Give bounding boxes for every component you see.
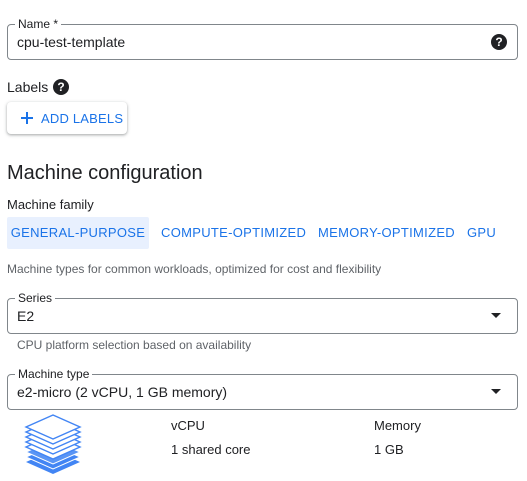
labels-help-circle-icon[interactable]: ? <box>53 79 69 95</box>
labels-title-text: Labels <box>7 79 49 95</box>
machine-family-title: Machine family <box>7 197 94 212</box>
memory-header: Memory <box>374 418 421 433</box>
series-hint: CPU platform selection based on availabi… <box>17 338 252 352</box>
dropdown-arrow-icon <box>491 389 501 394</box>
tab-compute-optimized[interactable]: COMPUTE-OPTIMIZED <box>161 217 306 249</box>
add-labels-button-label: ADD LABELS <box>41 110 124 126</box>
tab-memory-optimized[interactable]: MEMORY-OPTIMIZED <box>318 217 455 249</box>
series-value: E2 <box>17 308 35 324</box>
machine-family-description: Machine types for common workloads, opti… <box>7 262 382 276</box>
series-label: Series <box>15 291 56 305</box>
help-circle-icon[interactable]: ? <box>491 34 507 50</box>
tab-general-purpose[interactable]: GENERAL-PURPOSE <box>7 217 149 249</box>
add-labels-button[interactable]: ADD LABELS <box>7 102 127 134</box>
machine-type-label: Machine type <box>15 367 93 381</box>
memory-value: 1 GB <box>374 442 404 457</box>
tab-gpu[interactable]: GPU <box>467 217 496 249</box>
layers-stack-icon <box>24 414 82 474</box>
plus-icon <box>21 112 33 124</box>
series-select[interactable]: Series E2 <box>7 291 518 334</box>
vcpu-header: vCPU <box>171 418 205 433</box>
vcpu-value: 1 shared core <box>171 442 251 457</box>
name-field-value[interactable]: cpu-test-template <box>17 33 125 51</box>
name-field[interactable]: Name * cpu-test-template ? <box>7 17 518 60</box>
name-field-label: Name * <box>15 17 62 31</box>
machine-type-select[interactable]: Machine type e2-micro (2 vCPU, 1 GB memo… <box>7 367 518 410</box>
machine-configuration-title: Machine configuration <box>7 162 203 184</box>
labels-title: Labels <box>7 79 48 95</box>
machine-type-value: e2-micro (2 vCPU, 1 GB memory) <box>17 384 228 400</box>
dropdown-arrow-icon <box>491 313 501 318</box>
